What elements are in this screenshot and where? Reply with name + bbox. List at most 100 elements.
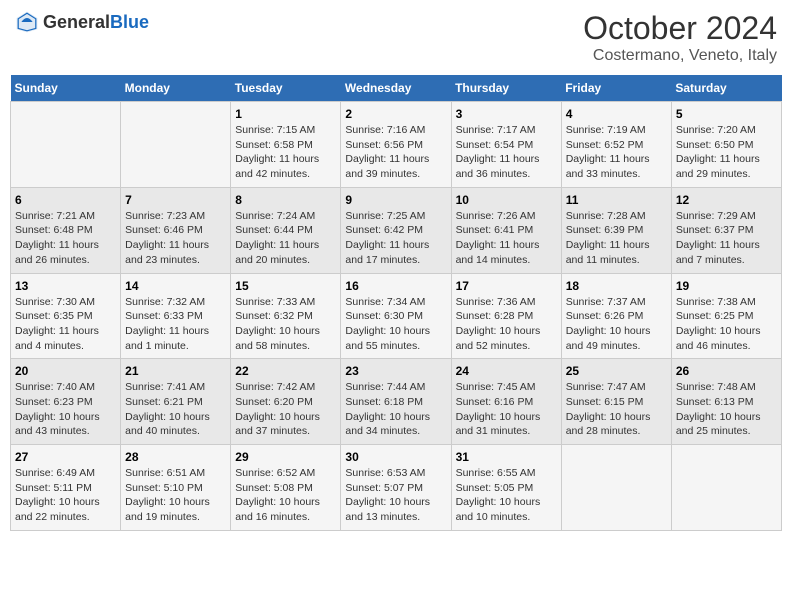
day-number: 25 — [566, 364, 667, 378]
day-number: 19 — [676, 279, 777, 293]
cell-info: Sunrise: 6:53 AMSunset: 5:07 PMDaylight:… — [345, 466, 446, 525]
cell-info: Sunrise: 7:24 AMSunset: 6:44 PMDaylight:… — [235, 209, 336, 268]
cell-info: Sunrise: 7:42 AMSunset: 6:20 PMDaylight:… — [235, 380, 336, 439]
calendar-cell: 13Sunrise: 7:30 AMSunset: 6:35 PMDayligh… — [11, 273, 121, 359]
cell-info: Sunrise: 7:47 AMSunset: 6:15 PMDaylight:… — [566, 380, 667, 439]
calendar-cell: 20 Sunrise: 7:40 AMSunset: 6:23 PMDayligh… — [11, 359, 121, 445]
calendar-cell: 27 Sunrise: 6:49 AMSunset: 5:11 PMDayligh… — [11, 445, 121, 531]
calendar-cell: 21 Sunrise: 7:41 AMSunset: 6:21 PMDayligh… — [121, 359, 231, 445]
cell-info: Sunrise: 7:16 AMSunset: 6:56 PMDaylight:… — [345, 123, 446, 182]
calendar-week-3: 13Sunrise: 7:30 AMSunset: 6:35 PMDayligh… — [11, 273, 782, 359]
day-number: 14 — [125, 279, 226, 293]
col-tuesday: Tuesday — [231, 75, 341, 102]
calendar-cell: 10Sunrise: 7:26 AMSunset: 6:41 PMDayligh… — [451, 187, 561, 273]
calendar-cell: 4 Sunrise: 7:19 AMSunset: 6:52 PMDaylight… — [561, 102, 671, 188]
day-number: 20 — [15, 364, 116, 378]
cell-info: Sunrise: 6:49 AMSunset: 5:11 PMDaylight:… — [15, 466, 116, 525]
calendar-cell: 12 Sunrise: 7:29 AMSunset: 6:37 PMDayligh… — [671, 187, 781, 273]
calendar-cell: 14 Sunrise: 7:32 AMSunset: 6:33 PMDayligh… — [121, 273, 231, 359]
day-number: 15 — [235, 279, 336, 293]
logo-icon — [15, 10, 39, 34]
calendar-cell: 6 Sunrise: 7:21 AMSunset: 6:48 PMDaylight… — [11, 187, 121, 273]
day-number: 9 — [345, 193, 446, 207]
calendar-cell: 19 Sunrise: 7:38 AMSunset: 6:25 PMDayligh… — [671, 273, 781, 359]
logo-text: GeneralBlue — [43, 12, 149, 33]
day-number: 2 — [345, 107, 446, 121]
cell-info: Sunrise: 6:51 AMSunset: 5:10 PMDaylight:… — [125, 466, 226, 525]
cell-info: Sunrise: 7:33 AMSunset: 6:32 PMDaylight:… — [235, 295, 336, 354]
col-monday: Monday — [121, 75, 231, 102]
cell-info: Sunrise: 7:41 AMSunset: 6:21 PMDaylight:… — [125, 380, 226, 439]
page-header: GeneralBlue October 2024 Costermano, Ven… — [10, 10, 782, 65]
cell-info: Sunrise: 6:55 AMSunset: 5:05 PMDaylight:… — [456, 466, 557, 525]
day-number: 1 — [235, 107, 336, 121]
day-number: 23 — [345, 364, 446, 378]
day-number: 27 — [15, 450, 116, 464]
calendar-table: Sunday Monday Tuesday Wednesday Thursday… — [10, 75, 782, 531]
calendar-body: 1 Sunrise: 7:15 AMSunset: 6:58 PMDaylight… — [11, 102, 782, 531]
calendar-cell: 3 Sunrise: 7:17 AMSunset: 6:54 PMDaylight… — [451, 102, 561, 188]
cell-info: Sunrise: 7:48 AMSunset: 6:13 PMDaylight:… — [676, 380, 777, 439]
cell-info: Sunrise: 7:20 AMSunset: 6:50 PMDaylight:… — [676, 123, 777, 182]
day-number: 12 — [676, 193, 777, 207]
day-number: 3 — [456, 107, 557, 121]
calendar-week-5: 27 Sunrise: 6:49 AMSunset: 5:11 PMDayligh… — [11, 445, 782, 531]
day-number: 21 — [125, 364, 226, 378]
cell-info: Sunrise: 7:37 AMSunset: 6:26 PMDaylight:… — [566, 295, 667, 354]
cell-info: Sunrise: 7:32 AMSunset: 6:33 PMDaylight:… — [125, 295, 226, 354]
cell-info: Sunrise: 7:34 AMSunset: 6:30 PMDaylight:… — [345, 295, 446, 354]
day-number: 6 — [15, 193, 116, 207]
day-number: 17 — [456, 279, 557, 293]
header-row: Sunday Monday Tuesday Wednesday Thursday… — [11, 75, 782, 102]
cell-info: Sunrise: 7:25 AMSunset: 6:42 PMDaylight:… — [345, 209, 446, 268]
calendar-cell: 2 Sunrise: 7:16 AMSunset: 6:56 PMDaylight… — [341, 102, 451, 188]
day-number: 22 — [235, 364, 336, 378]
calendar-cell: 9 Sunrise: 7:25 AMSunset: 6:42 PMDaylight… — [341, 187, 451, 273]
day-number: 28 — [125, 450, 226, 464]
day-number: 24 — [456, 364, 557, 378]
logo-general: General — [43, 12, 110, 32]
day-number: 5 — [676, 107, 777, 121]
cell-info: Sunrise: 7:38 AMSunset: 6:25 PMDaylight:… — [676, 295, 777, 354]
col-thursday: Thursday — [451, 75, 561, 102]
calendar-week-2: 6 Sunrise: 7:21 AMSunset: 6:48 PMDaylight… — [11, 187, 782, 273]
calendar-cell: 15 Sunrise: 7:33 AMSunset: 6:32 PMDayligh… — [231, 273, 341, 359]
cell-info: Sunrise: 7:21 AMSunset: 6:48 PMDaylight:… — [15, 209, 116, 268]
cell-info: Sunrise: 7:40 AMSunset: 6:23 PMDaylight:… — [15, 380, 116, 439]
calendar-cell: 11Sunrise: 7:28 AMSunset: 6:39 PMDayligh… — [561, 187, 671, 273]
calendar-cell — [121, 102, 231, 188]
day-number: 10 — [456, 193, 557, 207]
calendar-cell: 30Sunrise: 6:53 AMSunset: 5:07 PMDayligh… — [341, 445, 451, 531]
calendar-cell: 22 Sunrise: 7:42 AMSunset: 6:20 PMDayligh… — [231, 359, 341, 445]
calendar-cell: 17Sunrise: 7:36 AMSunset: 6:28 PMDayligh… — [451, 273, 561, 359]
day-number: 4 — [566, 107, 667, 121]
col-sunday: Sunday — [11, 75, 121, 102]
logo-blue: Blue — [110, 12, 149, 32]
calendar-cell: 16Sunrise: 7:34 AMSunset: 6:30 PMDayligh… — [341, 273, 451, 359]
calendar-cell: 5 Sunrise: 7:20 AMSunset: 6:50 PMDaylight… — [671, 102, 781, 188]
cell-info: Sunrise: 7:15 AMSunset: 6:58 PMDaylight:… — [235, 123, 336, 182]
day-number: 8 — [235, 193, 336, 207]
day-number: 26 — [676, 364, 777, 378]
calendar-cell: 24Sunrise: 7:45 AMSunset: 6:16 PMDayligh… — [451, 359, 561, 445]
cell-info: Sunrise: 7:23 AMSunset: 6:46 PMDaylight:… — [125, 209, 226, 268]
location-title: Costermano, Veneto, Italy — [583, 47, 777, 65]
logo: GeneralBlue — [15, 10, 149, 34]
calendar-cell: 8 Sunrise: 7:24 AMSunset: 6:44 PMDaylight… — [231, 187, 341, 273]
calendar-cell: 18 Sunrise: 7:37 AMSunset: 6:26 PMDayligh… — [561, 273, 671, 359]
day-number: 18 — [566, 279, 667, 293]
calendar-cell: 23Sunrise: 7:44 AMSunset: 6:18 PMDayligh… — [341, 359, 451, 445]
calendar-cell — [671, 445, 781, 531]
calendar-cell — [561, 445, 671, 531]
day-number: 11 — [566, 193, 667, 207]
cell-info: Sunrise: 7:29 AMSunset: 6:37 PMDaylight:… — [676, 209, 777, 268]
day-number: 7 — [125, 193, 226, 207]
calendar-cell: 28 Sunrise: 6:51 AMSunset: 5:10 PMDayligh… — [121, 445, 231, 531]
cell-info: Sunrise: 7:17 AMSunset: 6:54 PMDaylight:… — [456, 123, 557, 182]
month-title: October 2024 — [583, 10, 777, 47]
cell-info: Sunrise: 7:19 AMSunset: 6:52 PMDaylight:… — [566, 123, 667, 182]
calendar-cell: 25 Sunrise: 7:47 AMSunset: 6:15 PMDayligh… — [561, 359, 671, 445]
cell-info: Sunrise: 6:52 AMSunset: 5:08 PMDaylight:… — [235, 466, 336, 525]
col-wednesday: Wednesday — [341, 75, 451, 102]
day-number: 13 — [15, 279, 116, 293]
